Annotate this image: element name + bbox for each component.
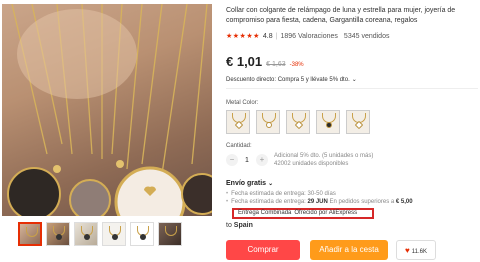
bulk-discount-note: Adicional 5% dto. (5 unidades o más) <box>274 153 374 159</box>
ship-to-country: Spain <box>233 222 253 229</box>
wishlist-button[interactable]: ♥ 11.6K <box>396 240 436 260</box>
shipping-estimate-1: Fecha estimada de entrega: 30-50 días <box>231 191 336 197</box>
swatch-dark-pendant[interactable] <box>316 110 340 134</box>
shipping-option-2: • Fecha estimada de entrega: 29 JUN En pe… <box>226 199 413 205</box>
shipping-option-1: • Fecha estimada de entrega: 30-50 días <box>226 191 336 197</box>
quantity-stepper: − 1 + Adicional 5% dto. (5 unidades o má… <box>226 152 373 168</box>
buy-now-button[interactable]: Comprar <box>226 240 300 260</box>
stock-available-note: 42002 unidades disponibles <box>274 161 349 167</box>
shipping-estimate-2-prefix: Fecha estimada de entrega: <box>231 199 306 205</box>
heart-icon: ♥ <box>405 246 410 255</box>
ship-to-row[interactable]: to Spain <box>226 222 253 229</box>
thumbnail-3[interactable] <box>74 222 98 246</box>
swatch-lightning-pendant[interactable] <box>226 110 250 134</box>
combined-delivery-highlight: Entrega Combinada Ofrecido por AliExpress <box>232 208 374 219</box>
combined-delivery-label: Entrega Combinada <box>238 210 292 216</box>
bullet-icon: • <box>226 191 229 197</box>
promo-discount-link[interactable]: Descuento directo: Compra 5 y llévate 5%… <box>226 76 357 84</box>
swatch-moon-pendant[interactable] <box>256 110 280 134</box>
thumbnail-4[interactable] <box>102 222 126 246</box>
necklace-photo-art <box>7 4 212 216</box>
sold-count: 5345 vendidos <box>343 32 390 40</box>
free-shipping-toggle[interactable]: Envío gratis ⌄ <box>226 180 273 187</box>
ship-to-prefix: to <box>226 222 232 229</box>
swatch-star-pendant-2[interactable] <box>346 110 370 134</box>
metal-color-label: Metal Color: <box>226 100 259 106</box>
quantity-minus-button[interactable]: − <box>226 154 238 166</box>
chevron-down-icon: ⌄ <box>351 77 357 83</box>
shipping-threshold-price: € 5,00 <box>395 199 413 205</box>
divider <box>226 88 478 89</box>
rating-row: ★★★★★ 4.8 | 1896 Valoraciones 5345 vendi… <box>226 32 390 41</box>
price-row: € 1,01 € 1,63 -38% <box>226 54 304 69</box>
color-swatches <box>226 110 370 134</box>
shipping-estimate-2-mid: En pedidos superiores a <box>329 199 395 205</box>
thumbnail-1[interactable] <box>18 222 42 246</box>
product-title: Collar con colgante de relámpago de luna… <box>226 7 456 24</box>
discount-badge: -38% <box>289 62 304 68</box>
current-price: € 1,01 <box>226 54 263 69</box>
quantity-label: Cantidad: <box>226 143 252 149</box>
shipping-estimate-2-date: 29 JUN <box>307 199 328 205</box>
rating-value: 4.8 <box>262 32 273 40</box>
quantity-note: Adicional 5% dto. (5 unidades o más) 420… <box>274 152 373 168</box>
dark-pendant-icon <box>326 122 332 128</box>
thumbnail-6[interactable] <box>158 222 182 246</box>
star-rating-icon: ★★★★★ <box>226 33 260 40</box>
add-to-cart-button[interactable]: Añadir a la cesta <box>310 240 388 260</box>
quantity-value[interactable]: 1 <box>238 157 256 164</box>
chevron-down-icon: ⌄ <box>268 181 274 187</box>
thumbnail-5[interactable] <box>130 222 154 246</box>
original-price: € 1,63 <box>266 61 286 68</box>
wishlist-count: 11.6K <box>411 249 427 255</box>
moon-pendant-icon <box>266 122 272 128</box>
quantity-plus-button[interactable]: + <box>256 154 268 166</box>
swatch-star-pendant[interactable] <box>286 110 310 134</box>
rating-separator: | <box>275 32 278 40</box>
free-shipping-title: Envío gratis <box>226 180 267 187</box>
bullet-icon: • <box>226 199 229 205</box>
promo-text: Descuento directo: Compra 5 y llévate 5%… <box>226 76 350 83</box>
offered-by-label: Ofrecido por AliExpress <box>294 210 358 216</box>
reviews-link[interactable]: 1896 Valoraciones <box>280 33 337 40</box>
product-main-image[interactable] <box>2 4 212 216</box>
thumbnail-strip <box>18 222 182 246</box>
thumbnail-2[interactable] <box>46 222 70 246</box>
